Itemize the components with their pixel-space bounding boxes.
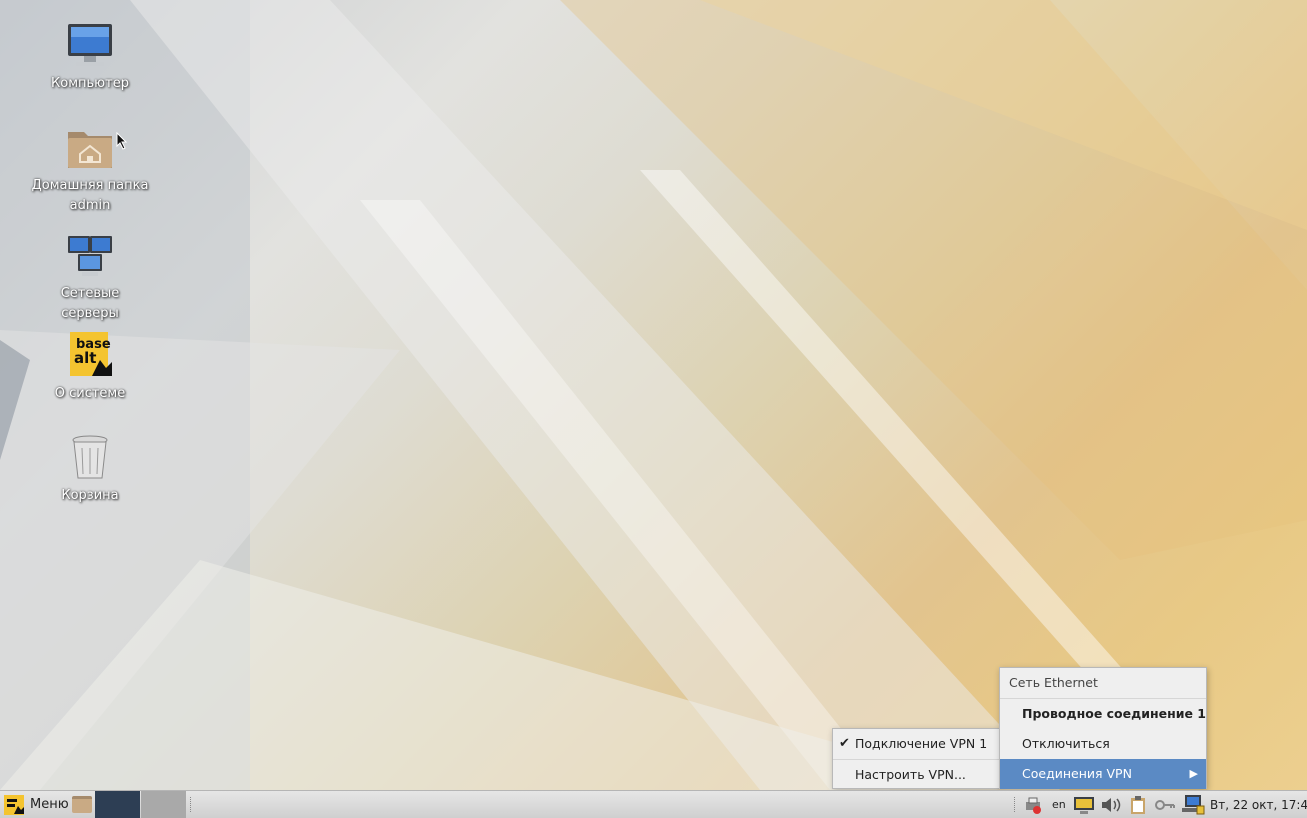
file-manager-launcher[interactable] xyxy=(72,791,92,818)
desktop-icon-computer[interactable]: Компьютер xyxy=(30,22,150,94)
network-menu: Сеть Ethernet Проводное соединение 1 Отк… xyxy=(999,667,1207,789)
desktop-icon-about-system[interactable]: base alt О системе xyxy=(30,332,150,404)
task-button-inactive[interactable] xyxy=(141,791,186,818)
start-menu-button[interactable]: Меню xyxy=(4,791,69,818)
desktop-icon-label-line2: admin xyxy=(69,198,111,213)
display-tray-icon[interactable] xyxy=(1073,791,1095,818)
clock[interactable]: Вт, 22 окт, 17:48 xyxy=(1210,791,1307,818)
configure-vpn-label: Настроить VPN... xyxy=(855,767,966,782)
vpn-connection-item[interactable]: ✔ Подключение VPN 1 xyxy=(833,729,999,759)
vpn-connection-label: Подключение VPN 1 xyxy=(855,736,988,751)
svg-text:alt: alt xyxy=(74,349,96,367)
task-button-active[interactable] xyxy=(95,791,140,818)
wired-connection-item[interactable]: Проводное соединение 1 xyxy=(1000,699,1206,729)
mouse-cursor-icon xyxy=(116,131,128,150)
desktop-icon-label: Корзина xyxy=(61,488,119,503)
desktop-icon-label: О системе xyxy=(54,386,126,401)
ethernet-section-header: Сеть Ethernet xyxy=(1009,675,1098,690)
computer-icon xyxy=(66,22,114,70)
submenu-arrow-icon: ▶ xyxy=(1189,767,1198,780)
network-servers-icon xyxy=(66,232,114,280)
desktop-icon-label: Домашняя папка xyxy=(31,178,149,193)
network-tray-icon[interactable] xyxy=(1181,791,1205,818)
desktop-icon-home-folder[interactable]: Домашняя папка admin xyxy=(30,124,150,216)
basealt-logo-icon: base alt xyxy=(66,332,114,380)
taskbar-separator xyxy=(190,797,193,812)
desktop-icon-label: Сетевые серверы xyxy=(60,286,120,321)
disconnect-item[interactable]: Отключиться xyxy=(1000,729,1206,759)
file-manager-icon xyxy=(72,796,92,813)
configure-vpn-item[interactable]: Настроить VPN... xyxy=(833,760,999,790)
menu-label: Меню xyxy=(30,797,69,812)
home-folder-icon xyxy=(66,124,114,172)
vpn-submenu: ✔ Подключение VPN 1 Настроить VPN... xyxy=(832,728,1000,789)
printer-tray-icon[interactable] xyxy=(1023,791,1043,818)
volume-tray-icon[interactable] xyxy=(1100,791,1122,818)
taskbar: Меню en Вт, 22 окт, 17:48 xyxy=(0,790,1307,818)
clipboard-tray-icon[interactable] xyxy=(1128,791,1148,818)
checkmark-icon: ✔ xyxy=(839,736,850,751)
tray-separator xyxy=(1014,797,1017,812)
keyboard-layout-label: en xyxy=(1052,798,1066,811)
keyboard-layout-indicator[interactable]: en xyxy=(1052,791,1066,818)
vpn-connections-label: Соединения VPN xyxy=(1022,766,1132,781)
vpn-connections-item[interactable]: Соединения VPN ▶ xyxy=(1000,759,1206,789)
desktop-icon-trash[interactable]: Корзина xyxy=(30,434,150,506)
basealt-menu-icon xyxy=(4,794,24,815)
clock-label: Вт, 22 окт, 17:48 xyxy=(1210,797,1307,812)
desktop-icon-network-servers[interactable]: Сетевые серверы xyxy=(30,232,150,324)
key-tray-icon[interactable] xyxy=(1154,791,1176,818)
desktop-icon-label: Компьютер xyxy=(51,76,129,91)
trash-icon xyxy=(66,434,114,482)
